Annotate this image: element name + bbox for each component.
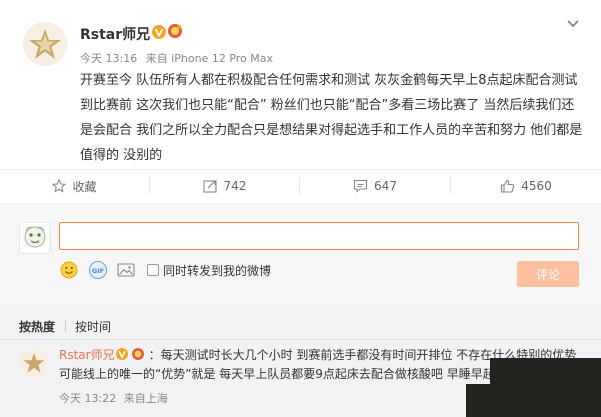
commenter-badges	[115, 347, 149, 361]
comment-time: 今天 13:22	[59, 392, 117, 405]
forward-checkbox[interactable]	[147, 264, 159, 276]
dark-overlay	[490, 358, 601, 417]
divider	[0, 339, 601, 340]
comment-input[interactable]	[59, 222, 579, 250]
like-button[interactable]: 4560	[451, 176, 601, 196]
forward-icon	[202, 180, 217, 193]
favorite-label: 收藏	[72, 179, 97, 194]
submit-comment-button[interactable]: 评论	[517, 261, 579, 287]
forward-count: 742	[223, 179, 247, 193]
commenter-avatar[interactable]	[19, 348, 49, 378]
post-meta: 今天 13:16 来自 iPhone 12 Pro Max	[80, 50, 273, 66]
thumbs-up-icon	[501, 179, 515, 193]
comment-icon	[353, 179, 368, 193]
comment-source: 来自上海	[123, 392, 168, 405]
image-icon[interactable]	[116, 260, 136, 280]
like-count: 4560	[521, 179, 552, 193]
forward-checkbox-label[interactable]: 同时转发到我的微博	[163, 262, 271, 279]
divider	[0, 169, 601, 170]
emoji-icon[interactable]	[59, 260, 79, 280]
star-icon	[52, 179, 67, 193]
comment-count: 647	[374, 179, 397, 193]
my-avatar	[19, 222, 51, 254]
commenter-nickname[interactable]: Rstar师兄	[59, 348, 115, 362]
favorite-button[interactable]: 收藏	[0, 176, 149, 196]
member-badge-icon	[167, 23, 183, 39]
vip-v-icon	[151, 24, 167, 40]
comment-button[interactable]: 647	[300, 176, 450, 196]
svg-text:GIF: GIF	[92, 267, 104, 275]
post-text: 开赛至今 队伍所有人都在积极配合任何需求和测试 灰灰金鹤每天早上8点起床配合测试…	[80, 73, 583, 163]
tab-sort-time[interactable]: 按时间	[75, 318, 111, 335]
weibo-card: Rstar师兄 今天 13:16 来自 iPhone 12 Pro Max 开赛…	[0, 0, 601, 417]
comment-composer	[0, 204, 601, 304]
comment-meta: 今天 13:22 来自上海	[59, 390, 168, 406]
forward-button[interactable]: 742	[150, 176, 299, 196]
divider	[65, 320, 66, 332]
author-nickname[interactable]: Rstar师兄	[80, 24, 150, 44]
author-avatar[interactable]	[23, 22, 67, 66]
tab-sort-hot[interactable]: 按热度	[19, 318, 55, 335]
gif-icon[interactable]: GIF	[88, 260, 108, 280]
post-time[interactable]: 今天 13:16	[80, 52, 137, 65]
chevron-down-icon[interactable]	[564, 14, 582, 32]
post-source: 来自 iPhone 12 Pro Max	[145, 52, 274, 65]
